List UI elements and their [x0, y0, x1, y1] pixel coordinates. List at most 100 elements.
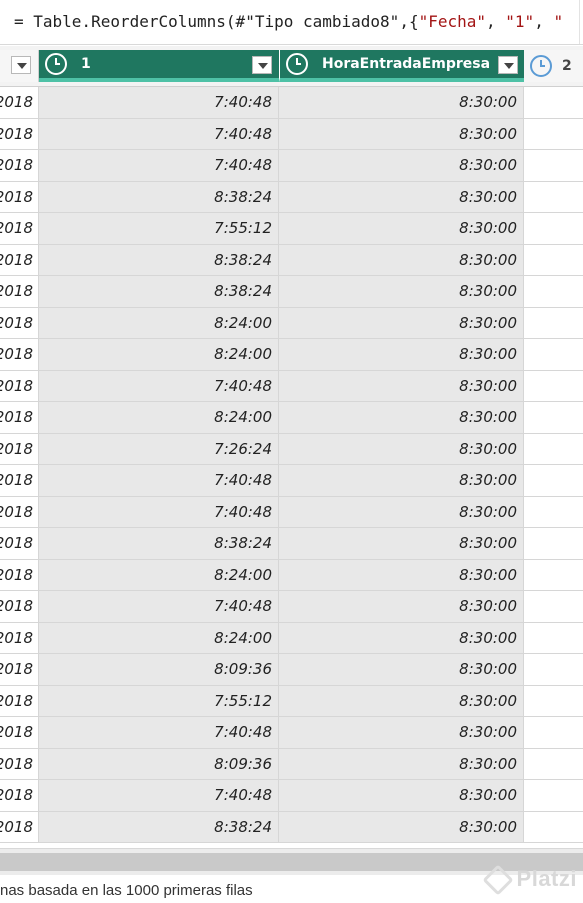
cell-1[interactable]: 8:38:24: [39, 276, 279, 308]
cell-horaentradaempresa[interactable]: 8:30:00: [279, 559, 524, 591]
cell-fecha[interactable]: 2018: [0, 181, 39, 213]
column-filter-dropdown-fecha[interactable]: [11, 56, 31, 74]
cell-1[interactable]: 7:40:48: [39, 87, 279, 119]
column-header-1[interactable]: 1: [39, 50, 279, 82]
cell-fecha[interactable]: 2018: [0, 748, 39, 780]
cell-horaentradaempresa[interactable]: 8:30:00: [279, 780, 524, 812]
cell-horaentradaempresa[interactable]: 8:30:00: [279, 717, 524, 749]
cell-horaentradaempresa[interactable]: 8:30:00: [279, 87, 524, 119]
cell-2[interactable]: [524, 528, 583, 560]
cell-horaentradaempresa[interactable]: 8:30:00: [279, 150, 524, 182]
cell-2[interactable]: [524, 654, 583, 686]
cell-horaentradaempresa[interactable]: 8:30:00: [279, 244, 524, 276]
formula-bar[interactable]: = Table.ReorderColumns(#"Tipo cambiado8"…: [0, 0, 583, 45]
cell-2[interactable]: [524, 87, 583, 119]
cell-fecha[interactable]: 2018: [0, 276, 39, 308]
cell-fecha[interactable]: 2018: [0, 528, 39, 560]
column-filter-dropdown-horaentradaempresa[interactable]: [498, 56, 518, 74]
cell-1[interactable]: 7:55:12: [39, 685, 279, 717]
cell-2[interactable]: [524, 685, 583, 717]
cell-fecha[interactable]: 2018: [0, 150, 39, 182]
cell-2[interactable]: [524, 370, 583, 402]
cell-horaentradaempresa[interactable]: 8:30:00: [279, 402, 524, 434]
cell-1[interactable]: 8:24:00: [39, 339, 279, 371]
cell-fecha[interactable]: 2018: [0, 213, 39, 245]
cell-horaentradaempresa[interactable]: 8:30:00: [279, 622, 524, 654]
cell-1[interactable]: 7:40:48: [39, 496, 279, 528]
cell-1[interactable]: 8:09:36: [39, 748, 279, 780]
cell-1[interactable]: 8:24:00: [39, 559, 279, 591]
cell-horaentradaempresa[interactable]: 8:30:00: [279, 654, 524, 686]
cell-2[interactable]: [524, 465, 583, 497]
cell-horaentradaempresa[interactable]: 8:30:00: [279, 118, 524, 150]
cell-fecha[interactable]: 2018: [0, 717, 39, 749]
cell-horaentradaempresa[interactable]: 8:30:00: [279, 496, 524, 528]
cell-horaentradaempresa[interactable]: 8:30:00: [279, 591, 524, 623]
cell-fecha[interactable]: 2018: [0, 433, 39, 465]
cell-1[interactable]: 7:40:48: [39, 591, 279, 623]
cell-horaentradaempresa[interactable]: 8:30:00: [279, 465, 524, 497]
cell-1[interactable]: 7:55:12: [39, 213, 279, 245]
column-header-2[interactable]: 2: [524, 50, 583, 82]
cell-1[interactable]: 8:24:00: [39, 307, 279, 339]
cell-fecha[interactable]: 2018: [0, 307, 39, 339]
cell-2[interactable]: [524, 748, 583, 780]
cell-2[interactable]: [524, 276, 583, 308]
formula-text[interactable]: = Table.ReorderColumns(#"Tipo cambiado8"…: [14, 12, 563, 31]
cell-2[interactable]: [524, 307, 583, 339]
cell-fecha[interactable]: 2018: [0, 496, 39, 528]
cell-2[interactable]: [524, 811, 583, 843]
cell-2[interactable]: [524, 717, 583, 749]
cell-fecha[interactable]: 2018: [0, 244, 39, 276]
cell-fecha[interactable]: 2018: [0, 402, 39, 434]
column-header-fecha[interactable]: [0, 50, 39, 82]
cell-1[interactable]: 7:40:48: [39, 780, 279, 812]
cell-1[interactable]: 7:40:48: [39, 717, 279, 749]
cell-2[interactable]: [524, 150, 583, 182]
cell-fecha[interactable]: 2018: [0, 559, 39, 591]
cell-horaentradaempresa[interactable]: 8:30:00: [279, 811, 524, 843]
cell-2[interactable]: [524, 402, 583, 434]
cell-1[interactable]: 8:09:36: [39, 654, 279, 686]
column-header-horaentradaempresa[interactable]: HoraEntradaEmpresa: [279, 50, 524, 82]
cell-fecha[interactable]: 2018: [0, 780, 39, 812]
cell-fecha[interactable]: 2018: [0, 339, 39, 371]
cell-fecha[interactable]: 2018: [0, 622, 39, 654]
cell-2[interactable]: [524, 780, 583, 812]
cell-1[interactable]: 7:40:48: [39, 118, 279, 150]
cell-1[interactable]: 7:40:48: [39, 150, 279, 182]
cell-fecha[interactable]: 2018: [0, 118, 39, 150]
cell-1[interactable]: 7:40:48: [39, 465, 279, 497]
cell-fecha[interactable]: 2018: [0, 87, 39, 119]
cell-2[interactable]: [524, 118, 583, 150]
cell-2[interactable]: [524, 591, 583, 623]
cell-1[interactable]: 8:38:24: [39, 244, 279, 276]
cell-2[interactable]: [524, 244, 583, 276]
cell-1[interactable]: 8:38:24: [39, 181, 279, 213]
cell-1[interactable]: 8:24:00: [39, 402, 279, 434]
cell-horaentradaempresa[interactable]: 8:30:00: [279, 339, 524, 371]
cell-2[interactable]: [524, 181, 583, 213]
cell-horaentradaempresa[interactable]: 8:30:00: [279, 433, 524, 465]
cell-1[interactable]: 8:38:24: [39, 528, 279, 560]
cell-2[interactable]: [524, 433, 583, 465]
data-grid[interactable]: 20187:40:488:30:0020187:40:488:30:002018…: [0, 87, 583, 847]
cell-1[interactable]: 7:26:24: [39, 433, 279, 465]
cell-2[interactable]: [524, 559, 583, 591]
cell-horaentradaempresa[interactable]: 8:30:00: [279, 307, 524, 339]
cell-horaentradaempresa[interactable]: 8:30:00: [279, 276, 524, 308]
cell-horaentradaempresa[interactable]: 8:30:00: [279, 748, 524, 780]
cell-fecha[interactable]: 2018: [0, 465, 39, 497]
cell-horaentradaempresa[interactable]: 8:30:00: [279, 370, 524, 402]
cell-2[interactable]: [524, 496, 583, 528]
cell-2[interactable]: [524, 213, 583, 245]
cell-2[interactable]: [524, 339, 583, 371]
cell-1[interactable]: 8:38:24: [39, 811, 279, 843]
cell-horaentradaempresa[interactable]: 8:30:00: [279, 181, 524, 213]
cell-1[interactable]: 8:24:00: [39, 622, 279, 654]
cell-2[interactable]: [524, 622, 583, 654]
cell-horaentradaempresa[interactable]: 8:30:00: [279, 685, 524, 717]
cell-fecha[interactable]: 2018: [0, 591, 39, 623]
column-filter-dropdown-1[interactable]: [252, 56, 272, 74]
cell-horaentradaempresa[interactable]: 8:30:00: [279, 528, 524, 560]
